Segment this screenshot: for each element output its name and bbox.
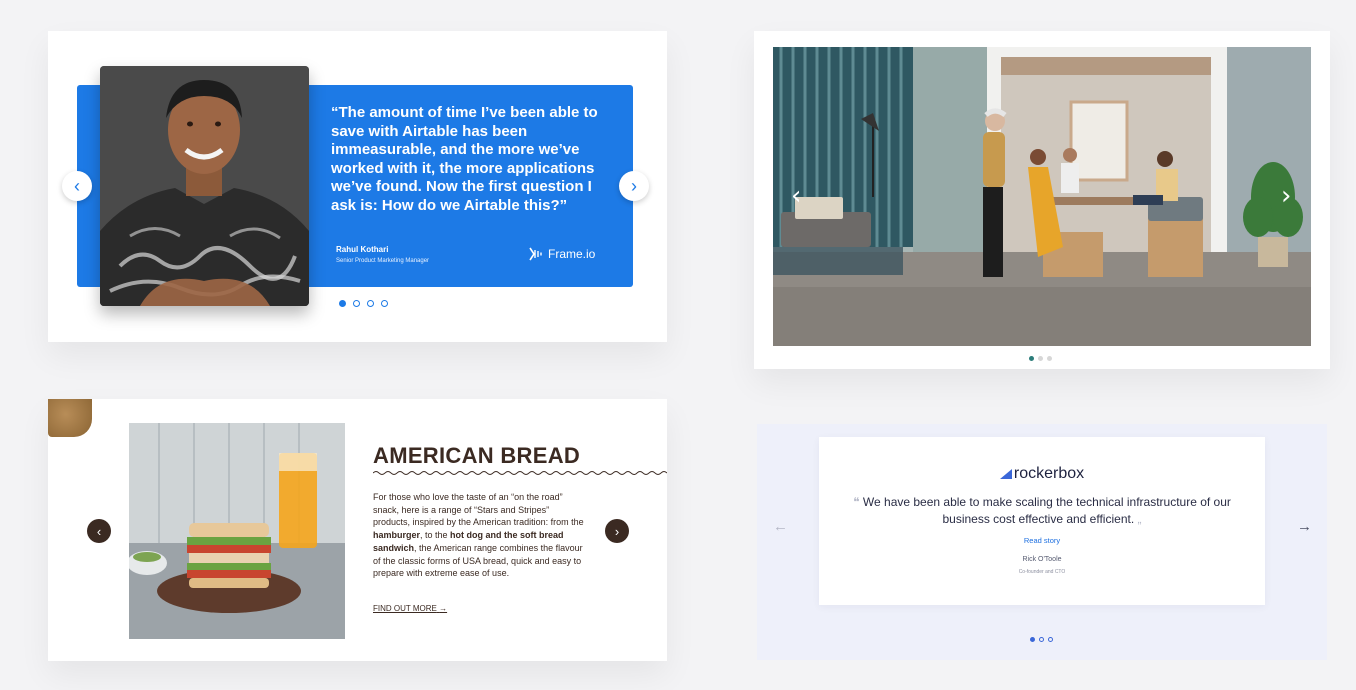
pagination-dot-1[interactable] [1030, 637, 1035, 642]
author-name: Rick O'Toole [1022, 556, 1062, 563]
american-bread-card: AMERICAN BREAD For those who love the ta… [48, 399, 667, 661]
company-logo: Frame.io [529, 247, 595, 261]
testimonial-quote: ❝ We have been able to make scaling the … [849, 494, 1235, 527]
author-name: Rahul Kothari [336, 245, 389, 254]
wavy-divider [373, 471, 667, 475]
description-text-2: , to the [420, 530, 451, 541]
office-scene-image [773, 47, 1311, 346]
chevron-right-icon: › [614, 523, 620, 539]
pagination-dots [339, 300, 388, 307]
testimonial-quote-text: We have been able to make scaling the te… [862, 495, 1231, 526]
author-photo [100, 66, 309, 306]
pagination-dot-4[interactable] [381, 300, 388, 307]
arrow-right-icon: → [439, 604, 448, 613]
prev-slide-button[interactable]: ← [773, 518, 788, 535]
prev-slide-button[interactable]: ‹ [87, 519, 111, 543]
chevron-right-icon: › [1281, 181, 1292, 211]
description-bold-1: hamburger [373, 530, 421, 541]
author-portrait-image [100, 66, 309, 306]
description-text-1: For those who love the taste of an “on t… [373, 492, 584, 528]
pagination-dots [1029, 356, 1052, 361]
rockerbox-testimonial-card: ← rockerbox ❝ We have been able to make … [757, 424, 1327, 660]
sandwich-image [129, 423, 345, 639]
company-logo-text: rockerbox [1013, 465, 1085, 482]
pagination-dot-3[interactable] [1048, 637, 1053, 642]
sandwich-photo [129, 423, 345, 639]
next-slide-button[interactable]: › [1281, 181, 1291, 211]
close-quote-icon: „ [1137, 511, 1142, 526]
airtable-testimonial-card: “The amount of time I’ve been able to sa… [48, 31, 667, 342]
rockerbox-logo-icon [999, 469, 1012, 479]
prev-slide-button[interactable]: ‹ [791, 181, 801, 211]
open-quote-icon: ❝ [853, 495, 860, 509]
bread-decoration [48, 399, 92, 437]
find-out-more-link[interactable]: FIND OUT MORE → [373, 604, 447, 613]
find-out-more-label: FIND OUT MORE [373, 604, 437, 613]
chevron-left-icon: ‹ [96, 523, 102, 539]
company-logo-text: Frame.io [548, 247, 596, 261]
author-role: Co-founder and CTO [1018, 569, 1066, 575]
company-logo: rockerbox [819, 465, 1265, 483]
arrow-left-icon: ← [773, 518, 788, 535]
pagination-dots [1030, 637, 1053, 642]
next-slide-button[interactable]: › [619, 171, 649, 201]
office-meeting-photo: ‹ › [773, 47, 1311, 346]
prev-slide-button[interactable]: ‹ [62, 171, 92, 201]
frameio-icon [529, 247, 542, 261]
chevron-left-icon: ‹ [74, 175, 80, 196]
pagination-dot-3[interactable] [1047, 356, 1052, 361]
section-description: For those who love the taste of an “on t… [373, 491, 585, 580]
next-slide-button[interactable]: › [605, 519, 629, 543]
chevron-right-icon: › [631, 175, 637, 196]
testimonial-panel: rockerbox ❝ We have been able to make sc… [819, 437, 1265, 605]
next-slide-button[interactable]: → [1297, 518, 1312, 535]
pagination-dot-2[interactable] [1039, 637, 1044, 642]
pagination-dot-2[interactable] [353, 300, 360, 307]
testimonial-quote: “The amount of time I’ve been able to sa… [331, 104, 598, 214]
read-story-link[interactable]: Read story [819, 536, 1265, 545]
chevron-left-icon: ‹ [791, 181, 802, 211]
pagination-dot-3[interactable] [367, 300, 374, 307]
arrow-right-icon: → [1297, 518, 1312, 535]
pagination-dot-1[interactable] [339, 300, 346, 307]
author-role: Senior Product Marketing Manager [336, 258, 430, 264]
office-photo-slider-card: ‹ › [754, 31, 1330, 369]
pagination-dot-1[interactable] [1029, 356, 1034, 361]
pagination-dot-2[interactable] [1038, 356, 1043, 361]
section-title: AMERICAN BREAD [373, 443, 581, 468]
